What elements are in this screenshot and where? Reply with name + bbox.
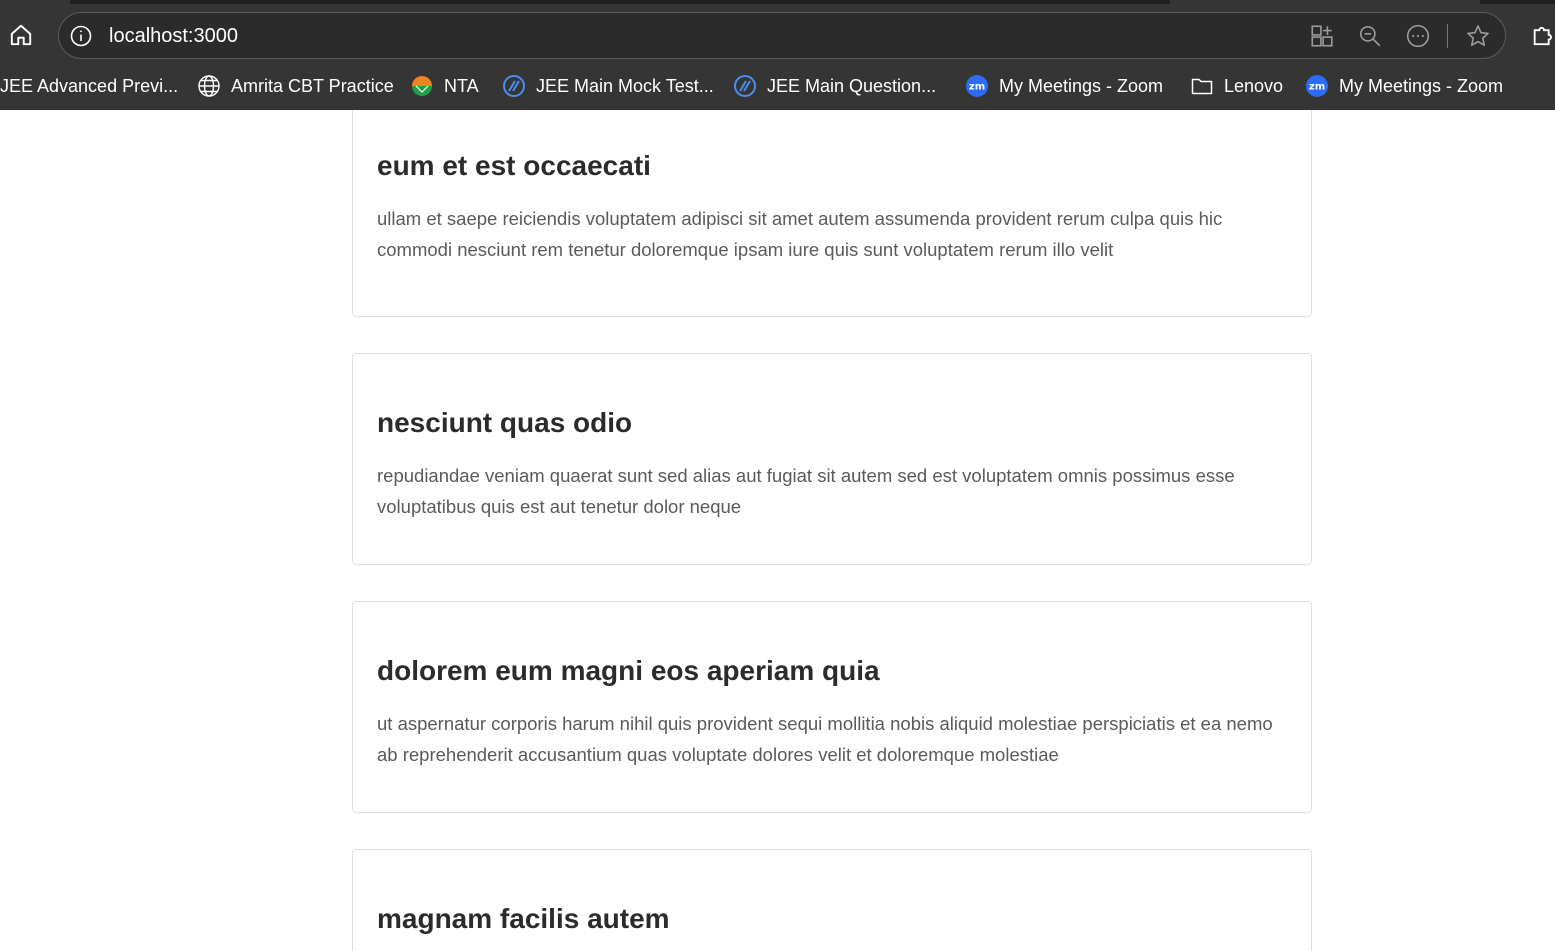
info-icon[interactable] — [69, 24, 93, 48]
zoom-out-icon[interactable] — [1357, 23, 1383, 49]
extensions-icon[interactable] — [1530, 22, 1555, 50]
bookmark-amrita[interactable]: Amrita CBT Practice — [197, 72, 394, 100]
zoom-badge-text: zm — [1309, 82, 1325, 93]
globe-icon — [198, 75, 220, 97]
post-title: nesciunt quas odio — [377, 407, 633, 438]
zoom-logo-icon: zm — [1306, 75, 1328, 97]
testbook-logo-icon — [503, 75, 525, 97]
zoom-badge-text: zm — [969, 82, 985, 93]
post-body: ut aspernatur corporis harum nihil quis … — [377, 713, 1273, 765]
page-content: eum et est occaecati ullam et saepe reic… — [0, 110, 1555, 951]
bookmark-label: JEE Advanced Previ... — [0, 76, 179, 96]
post-body: repudiandae veniam quaerat sunt sed alia… — [377, 465, 1235, 517]
post-body: ullam et saepe reiciendis voluptatem adi… — [377, 208, 1223, 260]
testbook-logo-icon — [734, 75, 756, 97]
home-button[interactable] — [6, 20, 36, 50]
post-card: dolorem eum magni eos aperiam quia ut as… — [352, 601, 1312, 813]
bookmark-label: JEE Main Question... — [767, 76, 937, 96]
post-card: nesciunt quas odio repudiandae veniam qu… — [352, 353, 1312, 565]
post-title: magnam facilis autem — [377, 903, 670, 934]
bookmark-label: My Meetings - Zoom — [1339, 76, 1504, 96]
tab-strip-right — [1480, 0, 1555, 4]
post-card: eum et est occaecati ullam et saepe reic… — [352, 110, 1312, 317]
bookmark-jee-main-question[interactable]: JEE Main Question... — [733, 72, 936, 100]
bookmark-label: Lenovo — [1224, 76, 1284, 96]
bookmark-jee-advanced[interactable]: JEE Advanced Previ... — [0, 72, 178, 100]
post-card: magnam facilis autem — [352, 849, 1312, 951]
home-icon — [10, 24, 32, 46]
browser-chrome: localhost:3000 JEE Advanced Previ... Amr… — [0, 0, 1555, 110]
bookmarks-bar: JEE Advanced Previ... Amrita CBT Practic… — [0, 66, 1555, 106]
folder-icon — [1191, 78, 1213, 95]
address-bar-divider — [1447, 24, 1448, 48]
bookmark-lenovo-folder[interactable]: Lenovo — [1190, 72, 1283, 100]
bookmark-label: JEE Main Mock Test... — [536, 76, 714, 96]
more-options-icon[interactable] — [1405, 23, 1431, 49]
bookmark-label: Amrita CBT Practice — [231, 76, 394, 96]
url-text[interactable]: localhost:3000 — [109, 24, 238, 48]
zoom-logo-icon: zm — [966, 75, 988, 97]
address-bar[interactable]: localhost:3000 — [58, 12, 1506, 59]
nta-logo-icon — [412, 76, 432, 96]
bookmark-label: My Meetings - Zoom — [999, 76, 1164, 96]
bookmark-jee-main-mock[interactable]: JEE Main Mock Test... — [502, 72, 714, 100]
post-title: eum et est occaecati — [377, 150, 651, 181]
tab-strip — [70, 0, 1170, 4]
post-title: dolorem eum magni eos aperiam quia — [377, 655, 880, 686]
bookmark-zoom-meetings[interactable]: zm My Meetings - Zoom — [965, 72, 1163, 100]
bookmark-zoom-meetings-2[interactable]: zm My Meetings - Zoom — [1305, 72, 1503, 100]
favorite-star-icon[interactable] — [1465, 23, 1491, 49]
bookmark-label: NTA — [444, 76, 479, 96]
bookmark-nta[interactable]: NTA — [410, 72, 479, 100]
app-available-icon[interactable] — [1309, 23, 1335, 49]
